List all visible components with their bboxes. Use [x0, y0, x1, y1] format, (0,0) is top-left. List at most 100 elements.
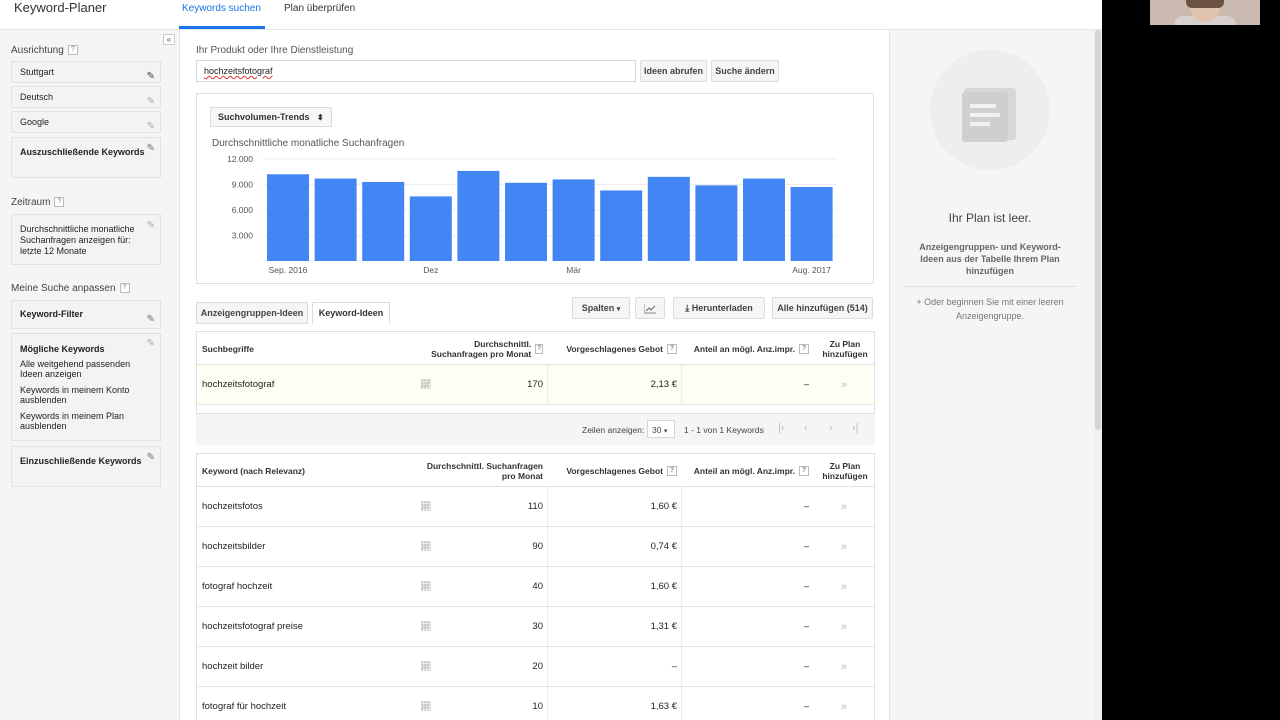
column-header[interactable]: Keyword (nach Relevanz) — [202, 454, 305, 487]
add-to-plan-chevron-icon[interactable]: » — [841, 365, 847, 404]
chart-bar[interactable] — [362, 181, 405, 261]
targeting-language[interactable]: Deutsch ✎ — [11, 86, 161, 108]
help-icon[interactable]: ? — [667, 343, 677, 354]
include-keywords-box[interactable]: Einzuschließende Keywords ✎ — [11, 446, 161, 487]
first-page-icon[interactable]: |‹ — [778, 422, 785, 434]
scrollbar-thumb[interactable] — [1095, 30, 1101, 430]
column-header[interactable]: Vorgeschlagenes Gebot? — [549, 454, 677, 487]
trend-chart-icon[interactable]: 📈︎ — [420, 365, 431, 404]
chart-bar[interactable] — [314, 178, 357, 261]
trend-dropdown[interactable]: Suchvolumen-Trends ⬍ — [210, 107, 332, 127]
line-chart-icon[interactable] — [635, 297, 665, 319]
edit-pencil-icon[interactable]: ✎ — [147, 143, 155, 154]
vertical-scrollbar[interactable] — [1094, 30, 1102, 720]
add-all-button[interactable]: Alle hinzufügen (514) — [772, 297, 873, 319]
search-terms-table: Suchbegriffe Durchschnittl. Suchanfragen… — [196, 331, 875, 414]
help-icon[interactable]: ? — [119, 283, 130, 294]
trend-chart-icon[interactable]: 📈︎ — [420, 487, 431, 526]
help-icon[interactable]: ? — [67, 45, 78, 56]
chart-bar[interactable] — [695, 185, 738, 261]
edit-pencil-icon[interactable]: ✎ — [147, 220, 155, 231]
column-header[interactable]: Vorgeschlagenes Gebot? — [549, 332, 677, 365]
chart-bar[interactable] — [743, 178, 785, 261]
trend-chart-icon[interactable]: 📈︎ — [420, 527, 431, 566]
column-header[interactable]: Durchschnittl. Suchanfragen pro Monat? — [417, 332, 543, 365]
column-divider — [547, 647, 548, 686]
edit-pencil-icon[interactable]: ✎ — [147, 117, 155, 137]
edit-pencil-icon[interactable]: ✎ — [147, 67, 155, 87]
column-header[interactable]: Zu Plan hinzufügen — [819, 332, 871, 365]
prev-page-icon[interactable]: ‹ — [804, 422, 808, 434]
modify-search-button[interactable]: Suche ändern — [711, 60, 779, 82]
add-to-plan-chevron-icon[interactable]: » — [841, 567, 847, 606]
date-range-value: Durchschnittliche monatliche Suchanfrage… — [20, 224, 135, 256]
new-ad-group-link[interactable]: + Oder beginnen Sie mit einer leeren Anz… — [914, 295, 1066, 323]
columns-button[interactable]: Spalten ▾ — [572, 297, 630, 319]
help-icon[interactable]: ? — [54, 197, 65, 208]
column-header[interactable]: Durchschnittl. Suchanfragen pro Monat — [417, 454, 543, 487]
date-range-box[interactable]: Durchschnittliche monatliche Suchanfrage… — [11, 214, 161, 265]
product-search-input[interactable]: hochzeitsfotograf — [196, 60, 636, 82]
column-divider — [681, 487, 682, 526]
caret-down-icon: ▾ — [616, 306, 621, 313]
help-icon[interactable]: ? — [535, 343, 543, 354]
column-header[interactable]: Suchbegriffe — [202, 332, 254, 365]
trend-chart-icon[interactable]: 📈︎ — [420, 607, 431, 646]
bid-cell: – — [671, 661, 677, 672]
keyword-filter-box[interactable]: Keyword-Filter ✎ — [11, 300, 161, 329]
add-to-plan-chevron-icon[interactable]: » — [841, 687, 847, 720]
trend-chart-icon[interactable]: 📈︎ — [420, 567, 431, 606]
tab-plan-review[interactable]: Plan überprüfen — [284, 3, 355, 14]
targeting-network[interactable]: Google ✎ — [11, 111, 161, 133]
keyword-cell: hochzeit bilder — [202, 661, 264, 672]
column-divider — [681, 647, 682, 686]
edit-pencil-icon[interactable]: ✎ — [147, 306, 155, 333]
add-to-plan-chevron-icon[interactable]: » — [841, 647, 847, 686]
column-header[interactable]: Anteil an mögl. Anz.impr.? — [683, 454, 809, 487]
edit-pencil-icon[interactable]: ✎ — [147, 338, 155, 350]
chart-bar[interactable] — [552, 179, 595, 261]
edit-pencil-icon[interactable]: ✎ — [147, 92, 155, 112]
webcam-overlay — [1150, 0, 1260, 25]
include-keywords-label: Einzuschließende Keywords — [20, 456, 142, 466]
last-page-icon[interactable]: ›| — [852, 422, 859, 434]
tab-ad-group-ideas[interactable]: Anzeigengruppen-Ideen — [196, 302, 308, 324]
add-to-plan-chevron-icon[interactable]: » — [841, 607, 847, 646]
get-ideas-button[interactable]: Ideen abrufen — [640, 60, 707, 82]
chart-bar[interactable] — [409, 196, 452, 261]
next-page-icon[interactable]: › — [829, 422, 833, 434]
collapse-sidebar-button[interactable]: « — [163, 34, 175, 45]
tab-keyword-ideas[interactable]: Keyword-Ideen — [312, 302, 390, 324]
trend-chart-icon[interactable]: 📈︎ — [420, 687, 431, 720]
chart-bar[interactable] — [647, 176, 690, 261]
help-icon[interactable]: ? — [799, 465, 809, 476]
active-tab-indicator — [179, 26, 265, 29]
edit-pencil-icon[interactable]: ✎ — [147, 452, 155, 463]
rows-per-page-select[interactable]: 30 ▾ — [647, 420, 675, 438]
chart-bar[interactable] — [457, 170, 500, 261]
divider — [904, 286, 1076, 287]
pagination-bar: Zeilen anzeigen: 30 ▾ 1 - 1 von 1 Keywor… — [196, 414, 875, 445]
add-to-plan-chevron-icon[interactable]: » — [841, 487, 847, 526]
help-icon[interactable]: ? — [667, 465, 677, 476]
help-icon[interactable]: ? — [799, 343, 809, 354]
customize-label: Meine Suche anpassen — [11, 283, 116, 294]
y-tick-label: 12.000 — [227, 154, 253, 164]
tab-keywords-search[interactable]: Keywords suchen — [182, 3, 261, 14]
table-row: hochzeitsbilder 📈︎ 90 0,74 € – » — [197, 527, 874, 567]
chart-bar[interactable] — [790, 187, 833, 261]
column-header[interactable]: Zu Plan hinzufügen — [819, 454, 871, 487]
targeting-location[interactable]: Stuttgart ✎ — [11, 61, 161, 83]
chart-bar[interactable] — [600, 190, 643, 261]
rows-per-page-value: 30 — [652, 425, 662, 435]
table-header: Keyword (nach Relevanz) Durchschnittl. S… — [197, 454, 874, 487]
trend-chart-icon[interactable]: 📈︎ — [420, 647, 431, 686]
keyword-cell: hochzeitsfotos — [202, 501, 263, 512]
chart-bar[interactable] — [505, 182, 547, 261]
add-to-plan-chevron-icon[interactable]: » — [841, 527, 847, 566]
negative-keywords-box[interactable]: Auszuschließende Keywords ✎ — [11, 137, 161, 178]
keyword-options-box[interactable]: Mögliche Keywords Alle weitgehend passen… — [11, 333, 161, 441]
column-header[interactable]: Anteil an mögl. Anz.impr.? — [683, 332, 809, 365]
chart-bar[interactable] — [267, 174, 309, 261]
download-button[interactable]: ⤓ Herunterladen — [673, 297, 765, 319]
